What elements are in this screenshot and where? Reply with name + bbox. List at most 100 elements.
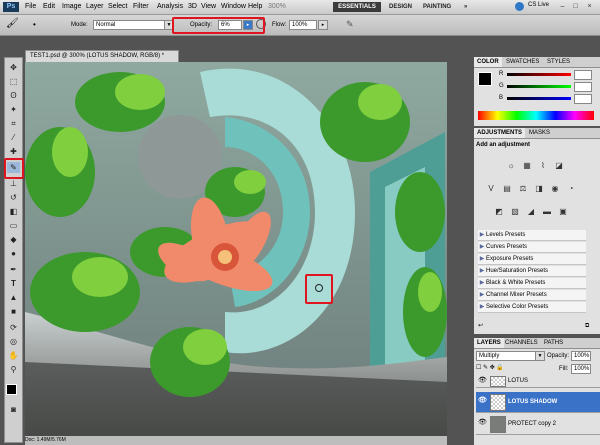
workspace-painting-button[interactable]: PAINTING xyxy=(423,2,451,12)
hue-saturation-icon[interactable]: ▤ xyxy=(502,184,512,194)
brightness-contrast-icon[interactable]: ☼ xyxy=(506,161,516,171)
mode-select[interactable]: Normal xyxy=(93,20,165,30)
threshold-icon[interactable]: ◢ xyxy=(526,207,536,217)
tab-layers[interactable]: LAYERS xyxy=(474,338,504,348)
pen-tool-icon[interactable]: ✒ xyxy=(7,264,20,275)
quick-mask-icon[interactable]: ◙ xyxy=(7,404,20,415)
maximize-button[interactable]: □ xyxy=(571,2,580,11)
blend-mode-dropdown-icon[interactable]: ▼ xyxy=(535,351,545,361)
move-tool-icon[interactable]: ✥ xyxy=(7,62,20,73)
channel-mixer-icon[interactable]: ◔ xyxy=(566,184,576,194)
color-spectrum-bar[interactable] xyxy=(478,111,594,120)
preset-hue-saturation[interactable]: ▶ Hue/Saturation Presets xyxy=(478,266,586,277)
tab-color[interactable]: COLOR xyxy=(474,57,502,67)
blur-tool-icon[interactable]: ◆ xyxy=(7,234,20,245)
preset-channel-mixer[interactable]: ▶ Channel Mixer Presets xyxy=(478,290,586,301)
visibility-eye-icon[interactable]: 👁 xyxy=(478,377,487,385)
lock-icons[interactable]: ☐ ✎ ✥ 🔒 xyxy=(476,364,504,372)
red-value-field[interactable] xyxy=(574,70,592,80)
airbrush-icon[interactable]: ✎ xyxy=(346,19,356,29)
blue-value-field[interactable] xyxy=(574,94,592,104)
exposure-icon[interactable]: ◪ xyxy=(554,161,564,171)
type-tool-icon[interactable]: T xyxy=(7,278,20,289)
green-value-field[interactable] xyxy=(574,82,592,92)
crop-tool-icon[interactable]: ⌗ xyxy=(7,118,20,129)
foreground-color-chip[interactable] xyxy=(478,72,492,86)
3d-rotate-tool-icon[interactable]: ⟳ xyxy=(7,322,20,333)
more-workspaces-button[interactable]: » xyxy=(464,2,467,12)
document-tab[interactable]: TEST1.psd @ 300% (LOTUS SHADOW, RGB/8) * xyxy=(25,50,179,62)
menu-file[interactable]: File xyxy=(25,2,36,12)
flow-field[interactable]: 100% xyxy=(289,20,317,30)
menu-3d[interactable]: 3D xyxy=(188,2,197,12)
dodge-tool-icon[interactable]: ● xyxy=(7,248,20,259)
red-slider[interactable] xyxy=(507,73,571,76)
menu-view[interactable]: View xyxy=(201,2,216,12)
preset-exposure[interactable]: ▶ Exposure Presets xyxy=(478,254,586,265)
minimize-button[interactable]: – xyxy=(558,2,567,11)
black-white-icon[interactable]: ◨ xyxy=(534,184,544,194)
lasso-tool-icon[interactable]: ʘ xyxy=(7,90,20,101)
menu-analysis[interactable]: Analysis xyxy=(157,2,183,12)
flow-slider-icon[interactable]: ▸ xyxy=(318,20,328,30)
posterize-icon[interactable]: ▧ xyxy=(510,207,520,217)
layer-opacity-field[interactable]: 100% xyxy=(571,351,591,361)
tab-swatches[interactable]: SWATCHES xyxy=(503,57,542,67)
tab-paths[interactable]: PATHS xyxy=(541,338,566,348)
brush-tool-icon[interactable]: 🖌 xyxy=(6,19,19,29)
clone-stamp-tool-icon[interactable]: ⊥ xyxy=(7,178,20,189)
gradient-tool-icon[interactable]: ▭ xyxy=(7,220,20,231)
return-to-list-icon[interactable]: ↩ xyxy=(478,322,488,330)
visibility-eye-icon[interactable]: 👁 xyxy=(478,419,487,427)
tab-channels[interactable]: CHANNELS xyxy=(502,338,541,348)
tab-styles[interactable]: STYLES xyxy=(544,57,573,67)
tab-masks[interactable]: MASKS xyxy=(526,128,553,138)
path-selection-tool-icon[interactable]: ▲ xyxy=(7,292,20,303)
preset-selective-color[interactable]: ▶ Selective Color Presets xyxy=(478,302,586,313)
green-slider[interactable] xyxy=(507,85,571,88)
marquee-tool-icon[interactable]: ⬚ xyxy=(7,76,20,87)
zoom-tool-icon[interactable]: ⚲ xyxy=(7,364,20,375)
workspace-essentials-button[interactable]: ESSENTIALS xyxy=(333,2,381,12)
menu-edit[interactable]: Edit xyxy=(43,2,55,12)
photo-filter-icon[interactable]: ◉ xyxy=(550,184,560,194)
visibility-eye-icon[interactable]: 👁 xyxy=(478,397,487,405)
eyedropper-tool-icon[interactable]: ⁄ xyxy=(7,132,20,143)
color-balance-icon[interactable]: ⚖ xyxy=(518,184,528,194)
foreground-color-swatch[interactable] xyxy=(6,384,17,395)
vibrance-icon[interactable]: V xyxy=(486,184,496,194)
blue-slider[interactable] xyxy=(507,97,571,100)
eraser-tool-icon[interactable]: ◧ xyxy=(7,206,20,217)
close-button[interactable]: × xyxy=(585,2,594,11)
hand-tool-icon[interactable]: ✋ xyxy=(7,350,20,361)
healing-brush-tool-icon[interactable]: ✚ xyxy=(7,146,20,157)
blend-mode-select[interactable]: Multiply xyxy=(476,351,536,361)
zoom-level-menu[interactable]: 300% xyxy=(268,2,286,12)
selective-color-icon[interactable]: ▣ xyxy=(558,207,568,217)
fill-field[interactable]: 100% xyxy=(571,364,591,374)
preset-black-white[interactable]: ▶ Black & White Presets xyxy=(478,278,586,289)
layer-row-protect-copy-2[interactable]: 👁 PROTECT copy 2 xyxy=(476,414,600,435)
preset-levels[interactable]: ▶ Levels Presets xyxy=(478,230,586,241)
preset-curves[interactable]: ▶ Curves Presets xyxy=(478,242,586,253)
menu-layer[interactable]: Layer xyxy=(86,2,104,12)
invert-icon[interactable]: ◩ xyxy=(494,207,504,217)
levels-icon[interactable]: ▦ xyxy=(522,161,532,171)
cs-live-button[interactable]: CS Live xyxy=(528,2,549,8)
layer-row-lotus[interactable]: 👁 LOTUS xyxy=(476,375,600,388)
gradient-map-icon[interactable]: ▬ xyxy=(542,207,552,217)
menu-select[interactable]: Select xyxy=(108,2,127,12)
shape-tool-icon[interactable]: ■ xyxy=(7,306,20,317)
tab-adjustments[interactable]: ADJUSTMENTS xyxy=(474,128,526,138)
quick-selection-tool-icon[interactable]: ✦ xyxy=(7,104,20,115)
history-brush-tool-icon[interactable]: ↺ xyxy=(7,192,20,203)
workspace-design-button[interactable]: DESIGN xyxy=(389,2,412,12)
menu-help[interactable]: Help xyxy=(248,2,262,12)
menu-window[interactable]: Window xyxy=(221,2,246,12)
menu-image[interactable]: Image xyxy=(62,2,81,12)
menu-filter[interactable]: Filter xyxy=(133,2,149,12)
panel-options-icon[interactable]: ⧉ xyxy=(585,322,595,330)
document-canvas[interactable] xyxy=(25,62,447,437)
brush-preset-icon[interactable]: • xyxy=(33,20,43,30)
3d-orbit-tool-icon[interactable]: ◎ xyxy=(7,336,20,347)
